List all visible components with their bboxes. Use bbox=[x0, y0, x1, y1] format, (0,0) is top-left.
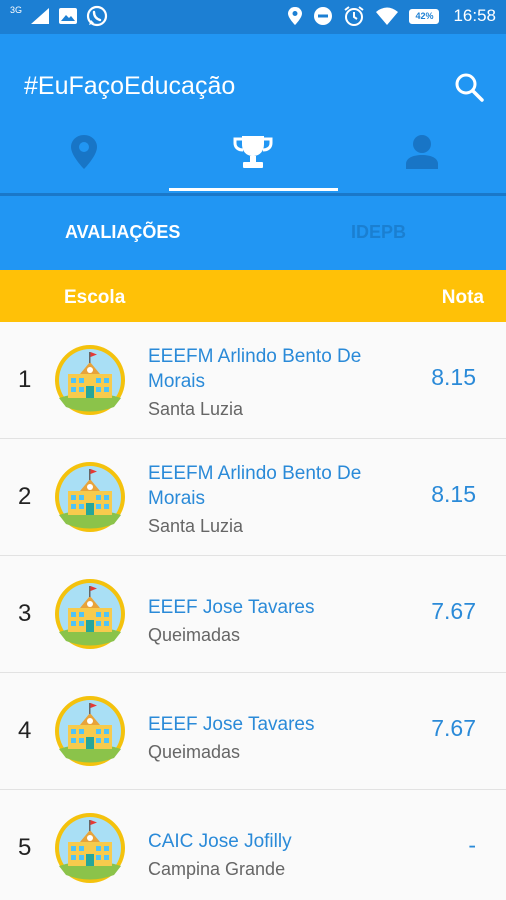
tab-idepb[interactable]: IDEPB bbox=[351, 222, 406, 243]
school-city: Campina Grande bbox=[148, 859, 286, 879]
list-item[interactable]: 1 EEEFM Arlindo Bento De Morais Santa Lu… bbox=[0, 322, 506, 439]
rank-number: 2 bbox=[18, 483, 32, 510]
school-name: EEEF Jose Tavares bbox=[148, 714, 315, 735]
school-score: - bbox=[468, 832, 476, 858]
clock: 16:58 bbox=[453, 6, 496, 25]
network-type: 3G bbox=[10, 5, 23, 15]
signal-icon bbox=[31, 8, 50, 24]
image-icon bbox=[59, 8, 78, 24]
location-icon bbox=[71, 135, 97, 169]
school-icon bbox=[55, 462, 125, 532]
school-icon bbox=[55, 579, 125, 649]
sub-tabs: AVALIAÇÕES IDEPB bbox=[0, 196, 506, 270]
whatsapp-icon bbox=[86, 5, 108, 27]
school-city: Santa Luzia bbox=[148, 399, 244, 419]
school-score: 7.67 bbox=[431, 715, 476, 741]
rank-number: 3 bbox=[18, 600, 32, 627]
rank-number: 5 bbox=[18, 834, 32, 861]
school-score: 7.67 bbox=[431, 598, 476, 624]
school-name: CAIC Jose Jofilly bbox=[148, 831, 292, 852]
school-city: Queimadas bbox=[148, 742, 241, 762]
trophy-icon bbox=[233, 136, 273, 168]
header-grade: Nota bbox=[441, 287, 484, 308]
person-icon bbox=[406, 135, 438, 169]
search-button[interactable] bbox=[452, 70, 486, 104]
school-name: EEEFM Arlindo Bento De Morais bbox=[148, 346, 362, 392]
school-icon bbox=[55, 345, 125, 415]
app-title: #EuFaçoEducação bbox=[24, 72, 236, 100]
list-item[interactable]: 2 EEEFM Arlindo Bento De Morais Santa Lu… bbox=[0, 439, 506, 556]
rank-number: 4 bbox=[18, 717, 32, 744]
location-pin-icon bbox=[288, 7, 303, 25]
list-item[interactable]: 3 EEEF Jose Tavares Queimadas 7.67 bbox=[0, 556, 506, 673]
alarm-icon bbox=[344, 6, 365, 26]
school-city: Queimadas bbox=[148, 625, 241, 645]
school-name: EEEF Jose Tavares bbox=[148, 597, 315, 618]
table-header: Escola Nota bbox=[0, 270, 506, 322]
school-icon bbox=[55, 813, 125, 883]
school-score: 8.15 bbox=[431, 364, 476, 390]
school-city: Santa Luzia bbox=[148, 516, 244, 536]
active-tab-indicator bbox=[169, 188, 338, 191]
school-icon bbox=[55, 696, 125, 766]
wifi-icon bbox=[376, 7, 399, 25]
tab-avaliacoes[interactable]: AVALIAÇÕES bbox=[65, 222, 180, 243]
status-bar: 3G 42% 16:58 bbox=[0, 0, 506, 34]
list-item[interactable]: 4 EEEF Jose Tavares Queimadas 7.67 bbox=[0, 673, 506, 790]
app-bar: #EuFaçoEducação bbox=[0, 34, 506, 196]
school-name: EEEFM Arlindo Bento De Morais bbox=[148, 463, 362, 509]
tab-map[interactable] bbox=[0, 134, 168, 186]
school-ranking-list: 1 EEEFM Arlindo Bento De Morais Santa Lu… bbox=[0, 322, 506, 900]
school-score: 8.15 bbox=[431, 481, 476, 507]
list-item[interactable]: 5 CAIC Jose Jofilly Campina Grande - bbox=[0, 790, 506, 900]
do-not-disturb-icon bbox=[314, 7, 333, 25]
tab-profile[interactable] bbox=[338, 134, 506, 186]
tab-ranking[interactable] bbox=[169, 134, 337, 186]
search-icon bbox=[455, 73, 484, 102]
battery-indicator: 42% bbox=[409, 8, 440, 24]
header-school: Escola bbox=[64, 287, 126, 308]
rank-number: 1 bbox=[18, 366, 32, 393]
